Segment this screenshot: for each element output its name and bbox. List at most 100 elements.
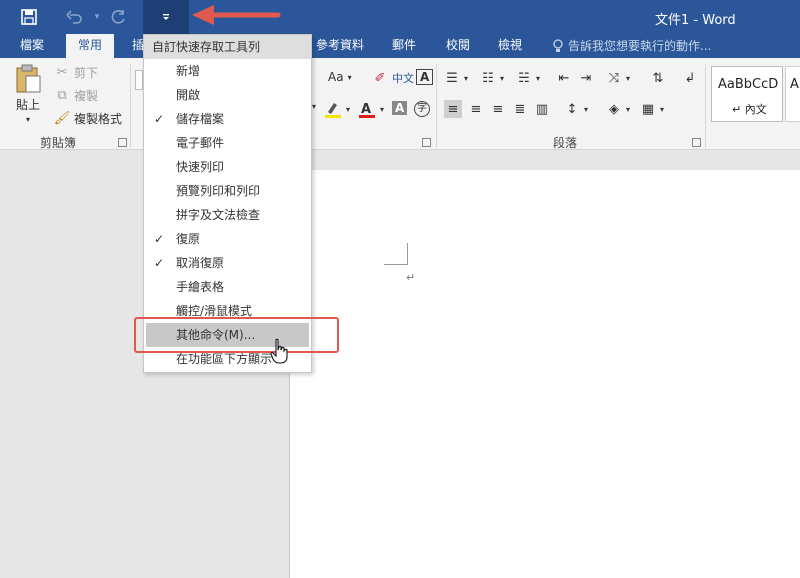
character-shading-button[interactable]: A	[392, 101, 408, 115]
line-spacing-button[interactable]: ↕ ▾	[564, 101, 588, 117]
scissors-icon: ✂	[56, 65, 68, 80]
font-launcher-icon[interactable]	[422, 138, 431, 147]
menu-item-redo[interactable]: ✓ 取消復原	[144, 251, 311, 275]
highlight-button[interactable]: ▾	[324, 100, 350, 118]
line-spacing-icon: ↕	[566, 101, 578, 117]
paintbrush-icon: 🖌	[53, 111, 71, 126]
menu-item-label: 快速列印	[176, 160, 225, 174]
checkmark-icon: ✓	[154, 256, 165, 270]
tab-review[interactable]: 校閱	[446, 34, 470, 58]
show-marks-button[interactable]: ↲	[682, 70, 698, 86]
eraser-icon: ✐	[374, 70, 386, 86]
character-border-button[interactable]: A	[416, 69, 434, 85]
hand-cursor-icon	[270, 338, 288, 364]
menu-item-open[interactable]: 開啟	[144, 83, 311, 107]
sort-button[interactable]: ⇅	[650, 70, 666, 86]
menu-item-undo[interactable]: ✓ 復原	[144, 227, 311, 251]
align-left-icon: ≡	[447, 101, 459, 117]
annotation-arrow-icon	[192, 5, 281, 25]
menu-item-save[interactable]: ✓ 儲存檔案	[144, 107, 311, 131]
menu-item-print-preview[interactable]: 預覽列印和列印	[144, 179, 311, 203]
decrease-indent-icon: ⇤	[558, 70, 570, 86]
align-right-button[interactable]: ≡	[490, 101, 506, 117]
multilevel-list-button[interactable]: ☵ ▾	[516, 70, 540, 86]
numbering-button[interactable]: ☷ ▾	[480, 70, 504, 86]
chevron-down-icon: ▾	[347, 72, 352, 82]
align-center-button[interactable]: ≡	[468, 101, 484, 117]
asian-layout-button[interactable]: ⤨ ▾	[606, 70, 630, 86]
chevron-down-icon: ▾	[464, 73, 469, 83]
paste-dropdown-icon: ▾	[25, 115, 30, 124]
justify-icon: ≣	[514, 101, 526, 117]
menu-header: 自訂快速存取工具列	[144, 35, 311, 59]
menu-item-spelling[interactable]: 拼字及文法檢查	[144, 203, 311, 227]
tab-mailings[interactable]: 郵件	[392, 34, 416, 58]
group-separator	[130, 64, 131, 148]
menu-item-label: 取消復原	[176, 256, 225, 270]
style-normal-preview: AaBbCcD	[718, 77, 779, 92]
numbered-list-icon: ☷	[482, 70, 494, 86]
clipboard-launcher-icon[interactable]	[118, 138, 127, 147]
align-left-button[interactable]: ≡	[444, 100, 462, 118]
justify-button[interactable]: ≣	[512, 101, 528, 117]
menu-item-quick-print[interactable]: 快速列印	[144, 155, 311, 179]
format-painter-button[interactable]: 🖌 複製格式	[54, 110, 122, 127]
menu-item-email[interactable]: 電子郵件	[144, 131, 311, 155]
distributed-button[interactable]: ▥	[534, 101, 550, 117]
menu-item-label: 在功能區下方顯示	[176, 352, 273, 366]
redo-icon[interactable]	[106, 4, 132, 30]
sort-icon: ⇅	[652, 70, 664, 86]
menu-item-label: 電子郵件	[176, 136, 225, 150]
tab-file[interactable]: 檔案	[20, 34, 44, 58]
asian-layout-icon: ⤨	[608, 70, 620, 86]
ribbon-tab-bar: 檔案 常用 插 參考資料 郵件 校閱 檢視 告訴我您想要執行的動作...	[0, 34, 800, 58]
document-page[interactable]	[289, 170, 800, 578]
cut-button[interactable]: ✂ 剪下	[54, 64, 98, 81]
multilevel-list-icon: ☵	[518, 70, 530, 86]
menu-item-draw-table[interactable]: 手繪表格	[144, 275, 311, 299]
character-shading-icon: A	[392, 101, 408, 115]
tab-home[interactable]: 常用	[66, 34, 115, 58]
clipboard-group-label: 剪貼簿	[40, 136, 77, 150]
copy-label: 複製	[74, 89, 99, 103]
menu-item-label: 開啟	[176, 88, 201, 102]
tab-view[interactable]: 檢視	[498, 34, 522, 58]
paragraph-launcher-icon[interactable]	[692, 138, 701, 147]
tell-me-search[interactable]: 告訴我您想要執行的動作...	[552, 34, 711, 58]
bullets-button[interactable]: ☰ ▾	[444, 70, 468, 86]
chevron-down-icon: ▾	[584, 104, 589, 114]
increase-indent-button[interactable]: ⇥	[578, 70, 594, 86]
style-next[interactable]: A	[785, 66, 800, 122]
chevron-down-icon: ▾	[536, 73, 541, 83]
decrease-indent-button[interactable]: ⇤	[556, 70, 572, 86]
cut-label: 剪下	[74, 66, 99, 80]
clear-format-button[interactable]: ✐	[372, 70, 388, 86]
tab-references[interactable]: 參考資料	[316, 34, 364, 58]
customize-qat-button[interactable]	[143, 0, 189, 34]
group-separator	[436, 64, 437, 148]
font-size-button[interactable]: Aa ▾	[328, 70, 352, 84]
increase-indent-icon: ⇥	[580, 70, 592, 86]
copy-icon: ⧉	[57, 88, 67, 103]
customize-qat-icon	[163, 14, 169, 20]
highlighter-icon	[325, 103, 341, 118]
chevron-down-icon: ▾	[500, 73, 505, 83]
title-bar: ▾ 文件1 - Word	[0, 0, 800, 34]
font-name-box[interactable]	[135, 70, 143, 90]
phonetic-guide-button[interactable]: 中文	[392, 70, 414, 86]
group-separator	[705, 64, 706, 148]
style-normal[interactable]: AaBbCcD ↵ 內文	[711, 66, 783, 122]
character-border-label: A	[416, 69, 434, 85]
paste-button[interactable]: 貼上 ▾	[14, 64, 42, 124]
borders-button[interactable]: ▦ ▾	[640, 101, 664, 117]
copy-button[interactable]: ⧉ 複製	[54, 87, 98, 104]
menu-item-new[interactable]: 新增	[144, 59, 311, 83]
font-color-button[interactable]: A ▾	[358, 100, 384, 118]
enclose-characters-button[interactable]: 字	[414, 101, 430, 117]
paste-label: 貼上	[15, 98, 40, 112]
format-painter-label: 複製格式	[74, 112, 123, 126]
chevron-down-icon: ▾	[380, 104, 385, 114]
shading-button[interactable]: ◈ ▾	[606, 101, 630, 117]
checkmark-icon: ✓	[154, 232, 165, 246]
save-icon[interactable]	[16, 4, 42, 30]
